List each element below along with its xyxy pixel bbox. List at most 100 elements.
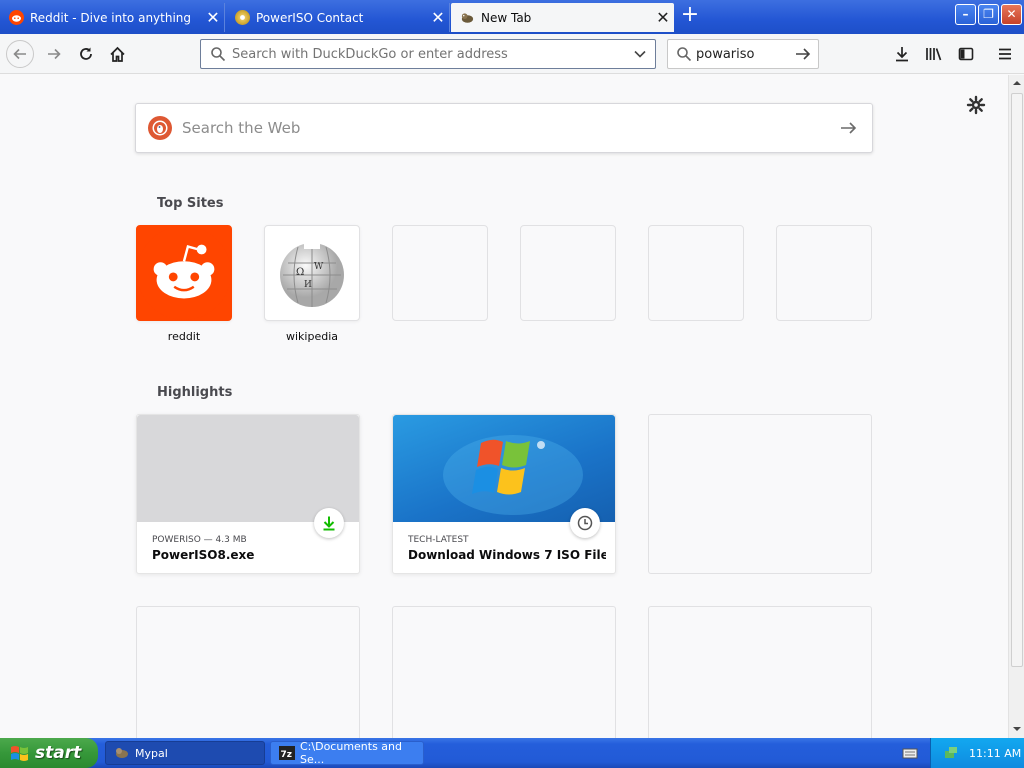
- search-bar[interactable]: [667, 39, 819, 69]
- forward-button[interactable]: [40, 40, 68, 68]
- empty-tile: [520, 225, 616, 321]
- highlight-card[interactable]: POWERISO — 4.3 MB PowerISO8.exe: [136, 414, 360, 574]
- keyboard-icon[interactable]: [902, 745, 918, 761]
- empty-tile: [648, 225, 744, 321]
- card-thumbnail: [137, 415, 359, 522]
- svg-text:7z: 7z: [281, 750, 293, 760]
- restore-button[interactable]: ❐: [978, 4, 999, 25]
- tab-bar: Reddit - Dive into anything ✕ PowerISO C…: [0, 0, 1024, 34]
- taskbar-item-mypal[interactable]: Mypal: [105, 741, 265, 765]
- scroll-thumb[interactable]: [1011, 93, 1023, 667]
- search-input[interactable]: [692, 46, 794, 62]
- reddit-logo: [136, 225, 232, 321]
- tab-reddit[interactable]: Reddit - Dive into anything ✕: [0, 3, 225, 32]
- reddit-icon: [9, 10, 24, 25]
- top-site-empty[interactable]: [392, 225, 488, 321]
- address-input[interactable]: [226, 46, 633, 62]
- taskbar-item-label: C:\Documents and Se...: [300, 740, 403, 766]
- web-search-box[interactable]: [135, 103, 873, 153]
- 7zip-icon: 7z: [279, 746, 295, 760]
- mypal-icon: [460, 10, 475, 25]
- top-site-empty[interactable]: [648, 225, 744, 321]
- top-sites-heading: Top Sites: [157, 196, 224, 211]
- tab-title: PowerISO Contact: [256, 10, 364, 25]
- poweriso-icon: [235, 10, 250, 25]
- svg-text:Ω: Ω: [296, 267, 304, 278]
- download-icon: [896, 47, 908, 62]
- gear-icon: [966, 95, 986, 115]
- taskbar: start Mypal 7z C:\Documents and Se... 11…: [0, 738, 1024, 768]
- mypal-icon: [116, 748, 128, 758]
- top-site-label: reddit: [167, 330, 201, 343]
- tab-new-tab[interactable]: New Tab ✕: [451, 3, 674, 32]
- sidebar-button[interactable]: [952, 40, 980, 68]
- search-submit-arrow-icon[interactable]: [838, 119, 858, 137]
- scroll-down-icon[interactable]: [1012, 723, 1022, 735]
- empty-tile: [776, 225, 872, 321]
- taskbar-item-7zip-folder[interactable]: 7z C:\Documents and Se...: [270, 740, 424, 766]
- duckduckgo-icon: [148, 116, 172, 140]
- menu-button[interactable]: [991, 40, 1019, 68]
- highlight-card[interactable]: TECH-LATEST Download Windows 7 ISO File …: [392, 414, 616, 574]
- tab-poweriso[interactable]: PowerISO Contact ✕: [226, 3, 450, 32]
- tab-close-icon[interactable]: ✕: [202, 8, 224, 27]
- reload-icon: [80, 47, 92, 60]
- downloads-button[interactable]: [888, 40, 916, 68]
- network-icon[interactable]: [943, 745, 959, 761]
- card-title: Download Windows 7 ISO File (U...: [408, 548, 606, 562]
- library-button[interactable]: [920, 40, 948, 68]
- navigation-toolbar: [0, 34, 1024, 74]
- back-arrow-icon: [13, 48, 26, 60]
- sidebar-icon: [958, 47, 974, 61]
- card-source: TECH-LATEST: [408, 535, 469, 545]
- start-button[interactable]: start: [0, 738, 98, 768]
- top-site-empty[interactable]: [520, 225, 616, 321]
- wikipedia-logo: Ω W И: [264, 225, 360, 321]
- highlight-card-empty: [392, 606, 616, 738]
- library-icon: [926, 48, 942, 61]
- windows-7-thumbnail: [393, 415, 615, 522]
- forward-arrow-icon: [48, 48, 61, 60]
- close-window-button[interactable]: ✕: [1001, 4, 1022, 25]
- clock-icon: [570, 508, 600, 538]
- highlight-card-empty: [136, 606, 360, 738]
- home-button[interactable]: [103, 40, 131, 68]
- windows-logo-icon: [11, 746, 28, 761]
- tab-title: Reddit - Dive into anything: [30, 10, 192, 25]
- top-site-reddit[interactable]: reddit: [136, 225, 232, 343]
- back-button[interactable]: [6, 40, 34, 68]
- go-arrow-icon[interactable]: [794, 46, 812, 62]
- card-source: POWERISO — 4.3 MB: [152, 535, 247, 545]
- reload-button[interactable]: [72, 40, 100, 68]
- home-icon: [109, 46, 125, 62]
- page-scrollbar[interactable]: [1008, 75, 1024, 738]
- highlight-card-empty: [648, 606, 872, 738]
- scroll-up-icon[interactable]: [1012, 77, 1022, 89]
- top-site-wikipedia[interactable]: Ω W И wikipedia: [264, 225, 360, 343]
- clock: 11:11 AM: [969, 746, 1022, 760]
- system-tray: 11:11 AM: [930, 738, 1024, 768]
- tab-close-icon[interactable]: ✕: [652, 8, 674, 27]
- top-site-empty[interactable]: [776, 225, 872, 321]
- search-icon: [211, 47, 226, 62]
- svg-text:W: W: [314, 262, 324, 272]
- card-title: PowerISO8.exe: [152, 548, 255, 562]
- web-search-input[interactable]: [182, 119, 838, 137]
- taskbar-item-label: Mypal: [135, 746, 168, 760]
- address-bar[interactable]: [200, 39, 656, 69]
- hamburger-menu-icon: [999, 48, 1011, 60]
- minimize-button[interactable]: –: [955, 4, 976, 25]
- highlight-card-empty: [648, 414, 872, 574]
- download-icon: [314, 508, 344, 538]
- tab-title: New Tab: [481, 10, 532, 25]
- chevron-down-icon[interactable]: [633, 47, 647, 61]
- highlights-heading: Highlights: [157, 385, 233, 400]
- empty-tile: [392, 225, 488, 321]
- new-tab-page: Top Sites reddit Ω: [0, 75, 1008, 738]
- new-tab-button[interactable]: +: [678, 4, 702, 28]
- tab-close-icon[interactable]: ✕: [427, 8, 449, 27]
- search-icon: [677, 47, 692, 62]
- start-label: start: [35, 743, 82, 763]
- top-site-label: wikipedia: [285, 330, 338, 343]
- page-settings-button[interactable]: [966, 95, 988, 117]
